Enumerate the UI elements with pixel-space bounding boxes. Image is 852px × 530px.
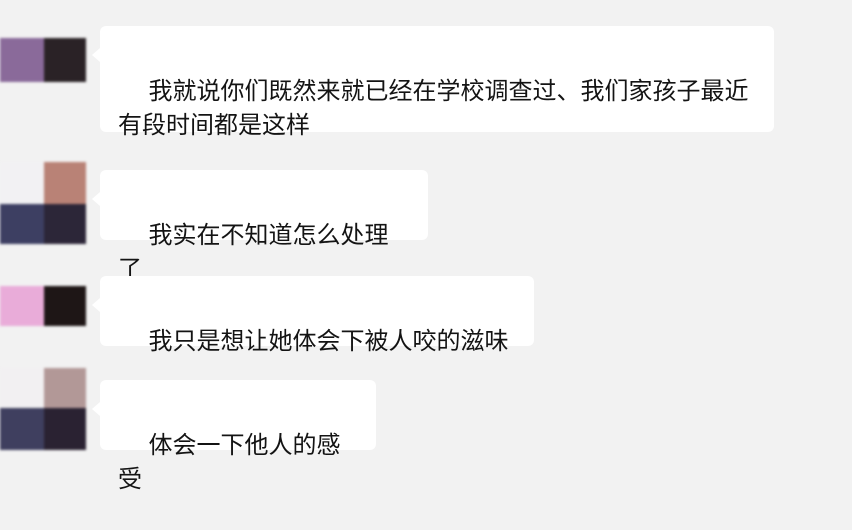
avatar-pixel	[44, 408, 86, 450]
avatar-pixel	[0, 286, 44, 326]
avatar-pixel	[0, 162, 44, 204]
message-bubble[interactable]: 我就说你们既然来就已经在学校调查过、我们家孩子最近有段时间都是这样	[92, 26, 774, 139]
avatar-pixel	[44, 162, 86, 204]
avatar[interactable]	[0, 286, 86, 326]
avatar-pixel	[0, 204, 44, 244]
avatar-pixel	[0, 408, 44, 450]
message-bubble[interactable]: 我只是想让她体会下被人咬的滋味	[92, 276, 534, 355]
avatar-pixel	[44, 286, 86, 326]
avatar[interactable]	[0, 38, 86, 82]
avatar[interactable]	[0, 368, 86, 450]
message-text: 我实在不知道怎么处理了	[118, 221, 389, 283]
message-text: 体会一下他人的感受	[118, 431, 341, 493]
message-text: 我就说你们既然来就已经在学校调查过、我们家孩子最近有段时间都是这样	[118, 77, 749, 139]
avatar-pixel	[0, 368, 44, 408]
message-text: 我只是想让她体会下被人咬的滋味	[148, 327, 509, 355]
avatar-pixel	[44, 204, 86, 244]
avatar-pixel	[0, 38, 44, 82]
avatar-pixel	[44, 38, 86, 82]
message-bubble[interactable]: 我实在不知道怎么处理了	[92, 170, 428, 283]
avatar[interactable]	[0, 162, 86, 244]
message-bubble[interactable]: 体会一下他人的感受	[92, 380, 376, 493]
avatar-pixel	[44, 368, 86, 408]
